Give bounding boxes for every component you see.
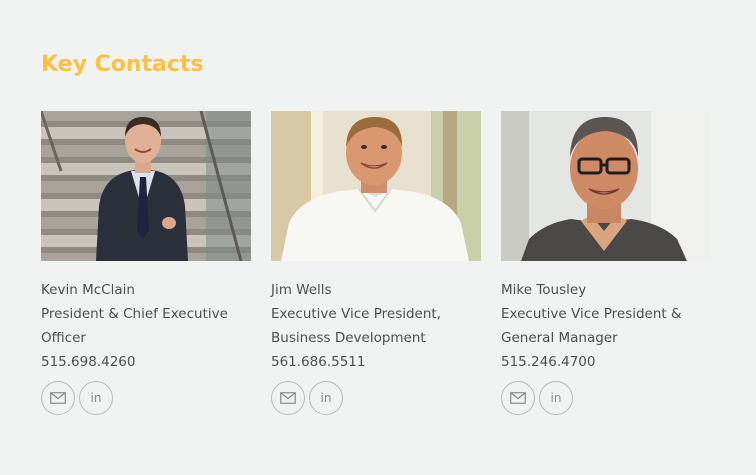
section-title: Key Contacts (41, 52, 204, 77)
contact-info: Kevin McClain President & Chief Executiv… (41, 278, 251, 374)
contact-photo (41, 111, 251, 261)
contact-info: Mike Tousley Executive Vice President & … (501, 278, 711, 374)
contact-title: Executive Vice President & General Manag… (501, 306, 682, 346)
contact-phone[interactable]: 515.246.4700 (501, 350, 711, 374)
linkedin-icon: in (320, 391, 332, 405)
contact-name: Kevin McClain (41, 282, 135, 298)
linkedin-icon: in (550, 391, 562, 405)
contact-name: Mike Tousley (501, 282, 587, 298)
envelope-icon (50, 392, 66, 404)
contact-social-links: in (271, 381, 481, 415)
email-button[interactable] (41, 381, 75, 415)
contact-title: President & Chief Executive Officer (41, 306, 228, 346)
envelope-icon (280, 392, 296, 404)
email-button[interactable] (501, 381, 535, 415)
contact-phone[interactable]: 561.686.5511 (271, 350, 481, 374)
key-contacts-section: Key Contacts Kevin McClain President & C… (0, 0, 756, 475)
contact-card-mike-tousley: Mike Tousley Executive Vice President & … (501, 111, 711, 415)
contact-info: Jim Wells Executive Vice President, Busi… (271, 278, 481, 374)
contact-photo (271, 111, 481, 261)
contact-photo (501, 111, 711, 261)
contact-card-kevin-mcclain: Kevin McClain President & Chief Executiv… (41, 111, 251, 415)
contact-social-links: in (501, 381, 711, 415)
linkedin-button[interactable]: in (539, 381, 573, 415)
linkedin-button[interactable]: in (309, 381, 343, 415)
envelope-icon (510, 392, 526, 404)
contact-card-jim-wells: Jim Wells Executive Vice President, Busi… (271, 111, 481, 415)
contact-phone[interactable]: 515.698.4260 (41, 350, 251, 374)
email-button[interactable] (271, 381, 305, 415)
contact-social-links: in (41, 381, 251, 415)
contact-name: Jim Wells (271, 282, 332, 298)
contact-title: Executive Vice President, Business Devel… (271, 306, 441, 346)
linkedin-button[interactable]: in (79, 381, 113, 415)
linkedin-icon: in (90, 391, 102, 405)
